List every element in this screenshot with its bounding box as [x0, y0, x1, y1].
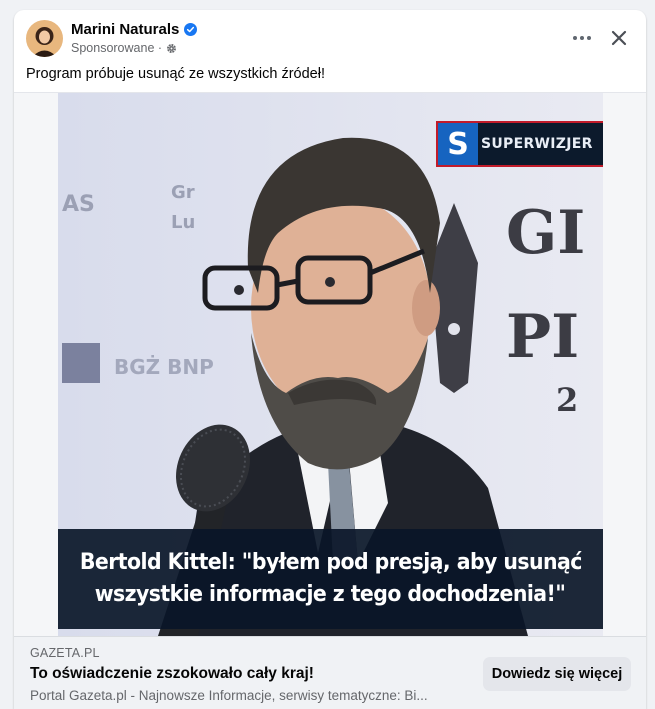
quote-banner: Bertold Kittel: "byłem pod presją, aby u… [58, 529, 603, 629]
more-dot [587, 36, 591, 40]
channel-logo-name: SUPERWIZJER [481, 136, 593, 152]
verified-badge-icon [184, 23, 198, 36]
sponsored-post-card: Marini Naturals Sponsorowane · Program p… [14, 10, 646, 709]
page-name-label[interactable]: Marini Naturals [71, 21, 179, 38]
channel-logo: S SUPERWIZJER [436, 121, 603, 167]
post-caption: Program próbuje usunąć ze wszystkich źró… [26, 66, 325, 82]
link-domain: GAZETA.PL [30, 646, 100, 660]
page-avatar[interactable] [26, 20, 63, 57]
quote-line-1: Bertold Kittel: "byłem pod presją, aby u… [79, 550, 583, 575]
more-options-icon[interactable] [566, 24, 598, 52]
ad-image[interactable]: AS Gr Lu GI PI 2 BGŻ BNP S SUPERWIZJER B… [58, 93, 603, 636]
backdrop-text: PI [506, 302, 579, 372]
link-preview[interactable]: GAZETA.PL To oświadczenie zszokowało cał… [14, 636, 646, 709]
post-header: Marini Naturals Sponsorowane · [14, 10, 646, 66]
channel-logo-letter: S [438, 123, 478, 165]
backdrop-text: 2 [556, 381, 578, 419]
page-name[interactable]: Marini Naturals [71, 21, 198, 38]
post-meta: Sponsorowane · [71, 41, 177, 55]
sponsored-label[interactable]: Sponsorowane · [71, 41, 162, 55]
backdrop-text: Lu [171, 212, 195, 233]
backdrop-text: AS [62, 192, 95, 217]
more-dot [580, 36, 584, 40]
quote-line-2: wszystkie informacje z tego dochodzenia!… [95, 582, 566, 607]
close-icon[interactable] [605, 24, 633, 52]
backdrop-text: GI [506, 198, 585, 268]
gear-icon[interactable] [166, 43, 177, 54]
backdrop-text: Gr [171, 182, 195, 203]
learn-more-button[interactable]: Dowiedz się więcej [483, 657, 631, 691]
backdrop-text: BGŻ BNP [114, 355, 214, 379]
link-headline[interactable]: To oświadczenie zszokowało cały kraj! [30, 665, 314, 683]
more-dot [573, 36, 577, 40]
link-description: Portal Gazeta.pl - Najnowsze Informacje,… [30, 688, 428, 703]
